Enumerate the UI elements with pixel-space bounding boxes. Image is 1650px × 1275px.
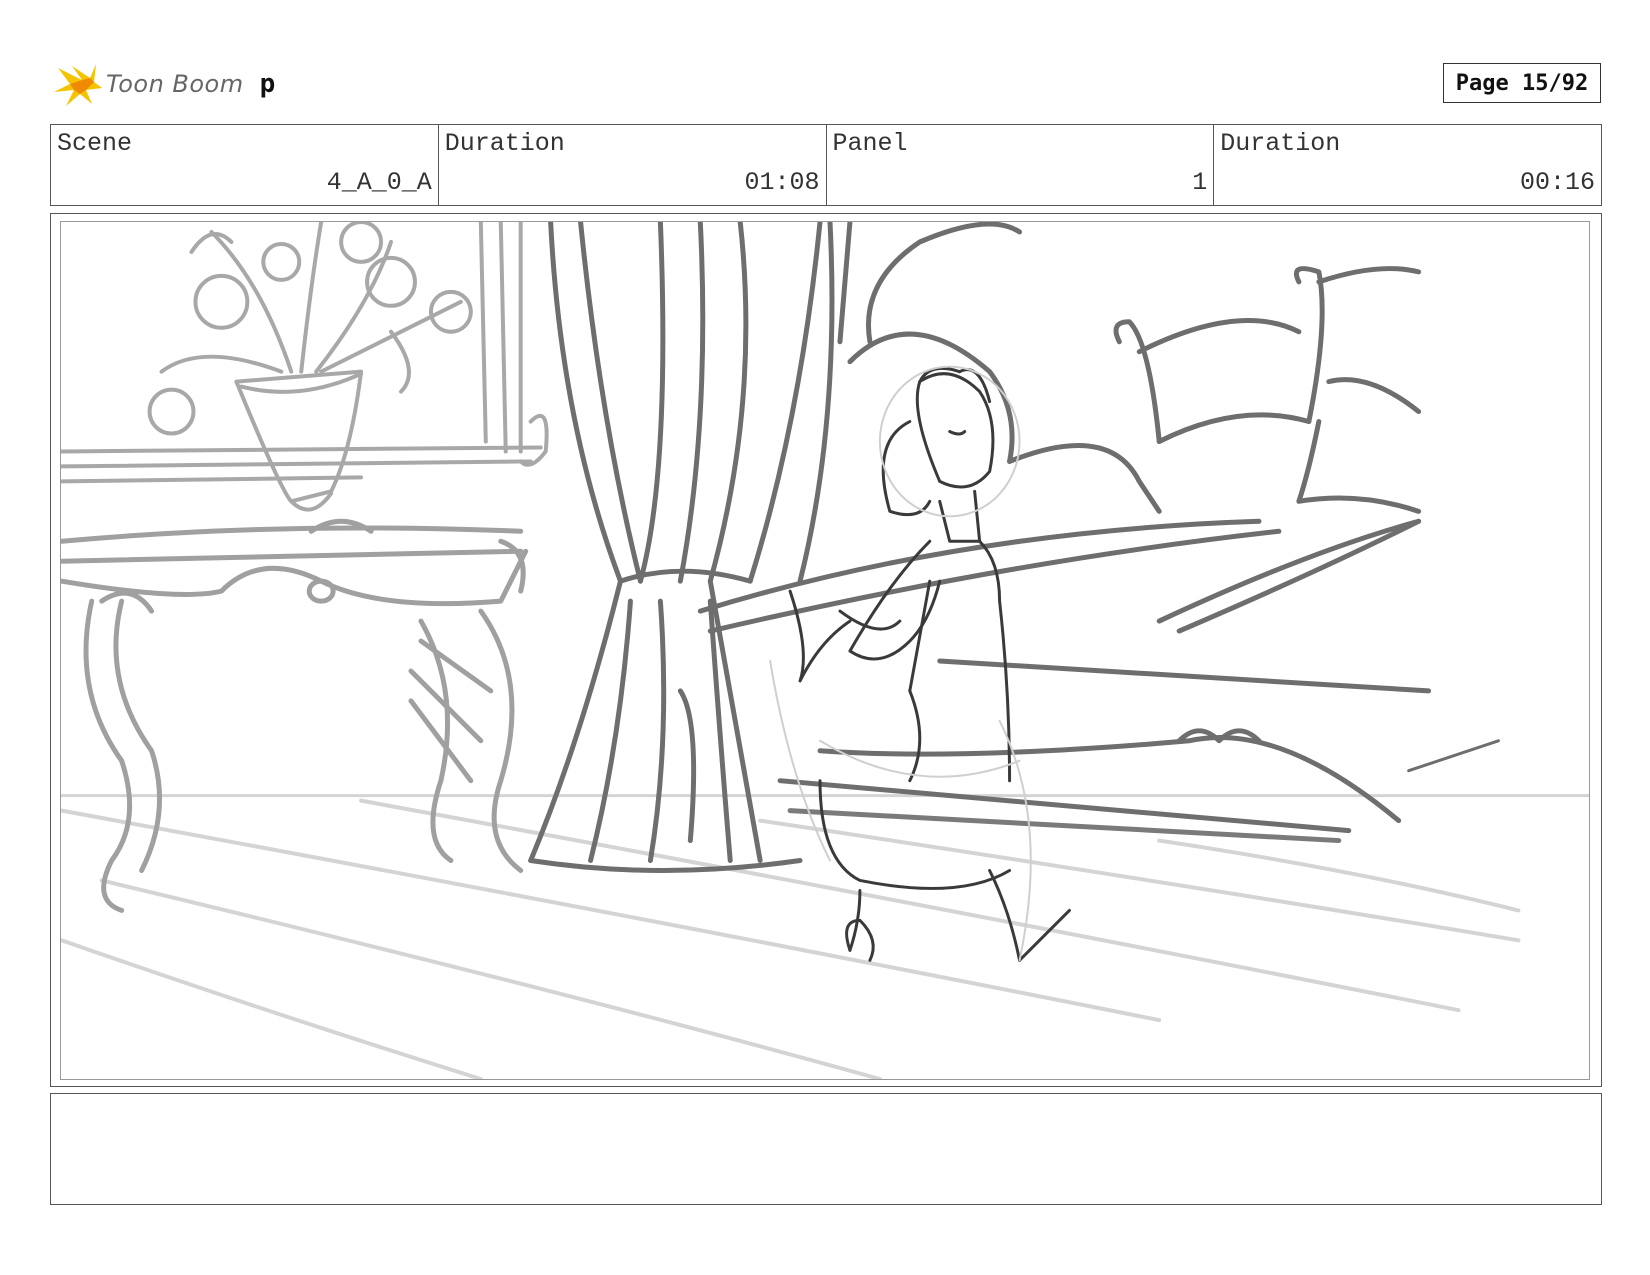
scene-duration-label: Duration [444,129,565,158]
panel-info-table: Scene 4_A_0_A Duration 01:08 Panel 1 Dur… [50,124,1602,206]
sofa [697,222,1500,844]
toon-boom-logo: Toon Boom p [52,56,275,112]
storyboard-panel-image [60,221,1590,1080]
panel-value: 1 [1192,168,1208,197]
panel-cell: Panel 1 [827,125,1215,205]
scene-cell: Scene 4_A_0_A [51,125,439,205]
scene-duration-cell: Duration 01:08 [439,125,827,205]
panel-duration-cell: Duration 00:16 [1214,125,1601,205]
curtain [528,222,853,873]
panel-label: Panel [832,129,908,158]
panel-duration-value: 00:16 [1519,168,1595,197]
panel-duration-label: Duration [1220,129,1341,158]
logo-text: Toon Boom [106,70,244,98]
project-code: p [259,69,276,99]
scene-value: 4_A_0_A [326,168,432,197]
panel-notes-box [50,1093,1602,1205]
page-indicator: Page 15/92 [1443,63,1601,103]
sketch-drawing [61,222,1589,1079]
scene-label: Scene [57,129,133,158]
scene-duration-value: 01:08 [744,168,820,197]
floor-lines [61,794,1589,1079]
starburst-icon [54,64,102,106]
